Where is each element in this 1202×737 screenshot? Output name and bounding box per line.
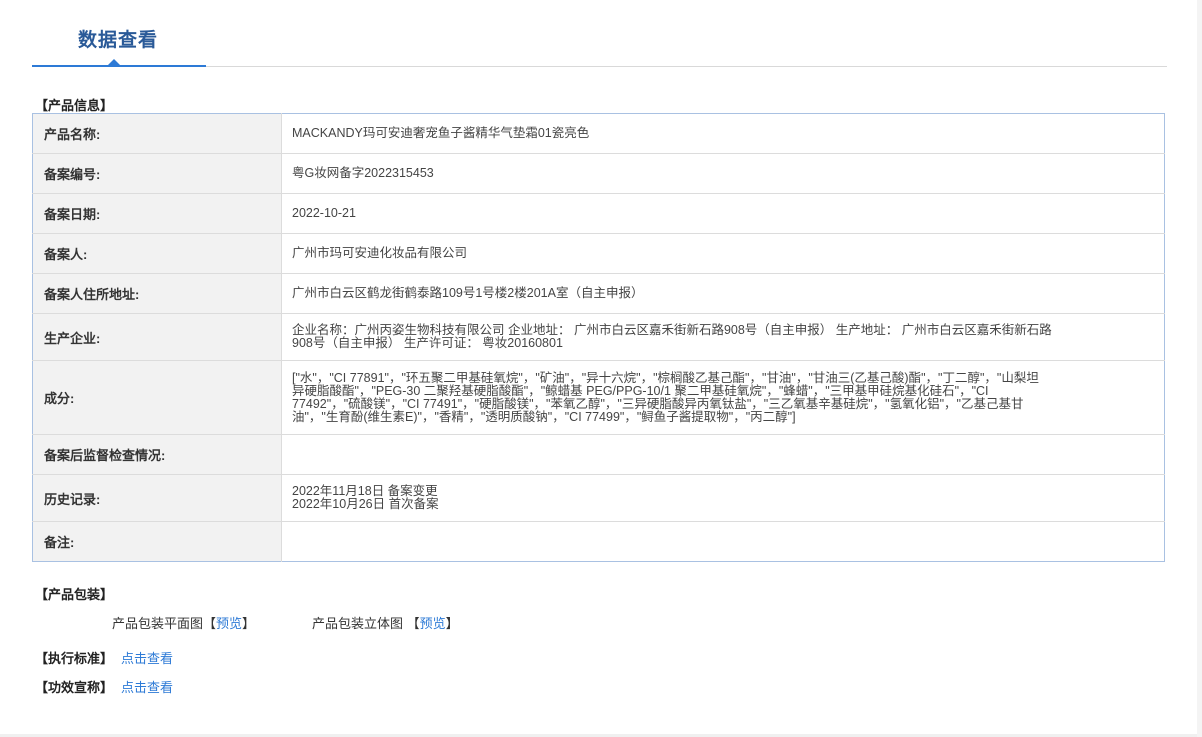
efficacy-line: 【功效宣称】 点击查看 [35,677,173,696]
info-row-label: 备案编号: [32,153,282,194]
bracket-open: 【 [406,616,420,631]
info-value-line: 908号（自主申报） 生产许可证： 粤妆20160801 [292,336,563,350]
info-row-value: 2022-10-21 [281,193,1165,234]
info-row: 成分: ["水"，"CI 77891"，"环五聚二甲基硅氧烷"，"矿油"，"异十六… [32,360,1165,435]
tab-data-view[interactable]: 数据查看 [78,25,158,52]
info-row: 历史记录: 2022年11月18日 备案变更 2022年10月26日 首次备案 [32,474,1165,522]
info-row: 备注: [32,521,1165,562]
info-value-line: 2022年10月26日 首次备案 [292,497,439,511]
scrollbar-track[interactable] [1197,0,1202,737]
bracket-open: 【 [203,616,217,631]
info-value-line: ["水"，"CI 77891"，"环五聚二甲基硅氧烷"，"矿油"，"异十六烷"，… [292,370,1039,385]
product-info-table: 产品名称: MACKANDY玛可安迪奢宠鱼子酱精华气垫霜01瓷亮色 备案编号: 粤G妆… [32,113,1165,562]
info-row-label: 备案日期: [32,193,282,234]
info-row-label: 备案人住所地址: [32,273,282,314]
info-row-value: 广州市白云区鹤龙街鹤泰路109号1号楼2楼201A室（自主申报） [281,273,1165,314]
caret-up-icon [108,59,120,65]
info-row: 备案人住所地址: 广州市白云区鹤龙街鹤泰路109号1号楼2楼201A室（自主申报） [32,273,1165,314]
bracket-close: 】 [242,616,256,631]
info-value-line: 广州市玛可安迪化妆品有限公司 [292,246,468,260]
info-row-label: 备注: [32,521,282,562]
info-row-value [281,434,1165,475]
info-row-value: 企业名称：广州丙姿生物科技有限公司 企业地址： 广州市白云区嘉禾街新石路908号… [281,313,1165,361]
info-row-label: 生产企业: [32,313,282,361]
packaging-flat-label: 产品包装平面图 [112,616,204,631]
packaging-solid-label: 产品包装立体图 [312,616,404,631]
info-value-line: 广州市白云区鹤龙街鹤泰路109号1号楼2楼201A室（自主申报） [292,286,644,300]
execution-standard-heading: 【执行标准】 [35,651,114,666]
bracket-close: 】 [445,616,459,631]
product-packaging-heading: 【产品包装】 [35,587,114,602]
info-row-label: 备案后监督检查情况: [32,434,282,475]
info-row: 备案编号: 粤G妆网备字2022315453 [32,153,1165,194]
packaging-flat-item: 产品包装平面图【预览】 [112,613,255,632]
info-row-value: 2022年11月18日 备案变更 2022年10月26日 首次备案 [281,474,1165,522]
info-row: 产品名称: MACKANDY玛可安迪奢宠鱼子酱精华气垫霜01瓷亮色 [32,113,1165,154]
tab-active-indicator [32,65,206,67]
info-row: 生产企业: 企业名称：广州丙姿生物科技有限公司 企业地址： 广州市白云区嘉禾街新石… [32,313,1165,361]
info-row: 备案人: 广州市玛可安迪化妆品有限公司 [32,233,1165,274]
info-row-label: 成分: [32,360,282,435]
info-row: 备案后监督检查情况: [32,434,1165,475]
info-row-value: 广州市玛可安迪化妆品有限公司 [281,233,1165,274]
info-value-line: 异硬脂酸酯"，"PEG-30 二聚羟基硬脂酸酯"，"鲸蜡基 PEG/PPG-10… [292,383,989,398]
info-row: 备案日期: 2022-10-21 [32,193,1165,234]
efficacy-claim-heading: 【功效宣称】 [35,680,114,695]
info-value-line: 77492"，"硫酸镁"，"CI 77491"，"硬脂酸镁"，"苯氧乙醇"，"三… [292,396,1024,411]
info-row-value: 粤G妆网备字2022315453 [281,153,1165,194]
info-row-value: MACKANDY玛可安迪奢宠鱼子酱精华气垫霜01瓷亮色 [281,113,1165,154]
product-info-heading: 【产品信息】 [35,98,114,113]
info-row-label: 备案人: [32,233,282,274]
standard-line: 【执行标准】 点击查看 [35,648,173,667]
preview-solid-link[interactable]: 预览 [420,616,446,631]
packaging-solid-item: 产品包装立体图 【预览】 [312,613,459,632]
info-value-line: MACKANDY玛可安迪奢宠鱼子酱精华气垫霜01瓷亮色 [292,126,590,140]
info-row-value [282,522,1165,562]
info-value-line: 粤G妆网备字2022315453 [292,166,434,180]
info-value-line: 2022-10-21 [292,206,356,220]
preview-flat-link[interactable]: 预览 [216,616,242,631]
info-row-value: ["水"，"CI 77891"，"环五聚二甲基硅氧烷"，"矿油"，"异十六烷"，… [281,360,1165,435]
efficacy-view-link[interactable]: 点击查看 [121,680,173,695]
standard-view-link[interactable]: 点击查看 [121,651,173,666]
info-value-line: 油"，"生育酚(维生素E)"，"香精"，"透明质酸钠"，"CI 77499"，"… [292,409,796,424]
info-row-label: 历史记录: [32,474,282,522]
info-row-label: 产品名称: [32,113,282,154]
tab-bar: 数据查看 [32,0,1167,68]
